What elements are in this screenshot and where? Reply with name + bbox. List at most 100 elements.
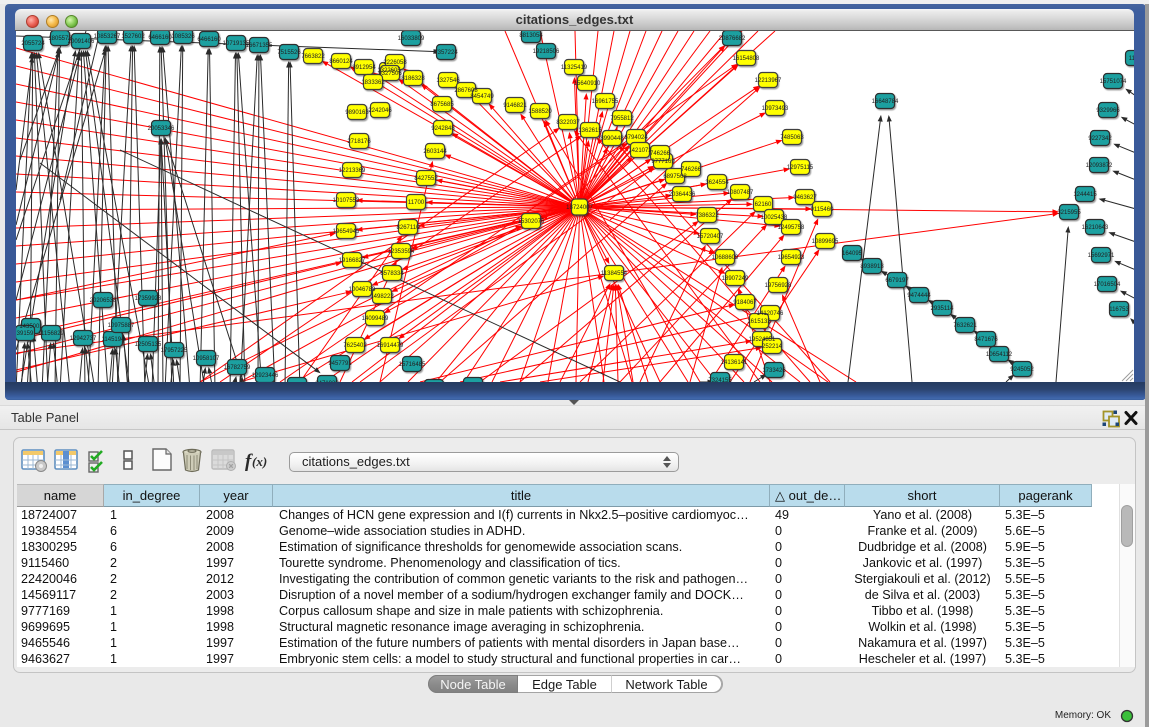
svg-text:11156829: 11156829 [38,331,64,337]
svg-text:7386322: 7386322 [695,213,719,219]
svg-text:9327506: 9327506 [378,71,402,77]
svg-text:7663822: 7663822 [301,54,325,60]
svg-text:12213369: 12213369 [339,168,366,174]
svg-text:20091406: 20091406 [68,39,95,45]
svg-text:1588520: 1588520 [528,109,552,115]
svg-text:1527602: 1527602 [121,34,145,40]
svg-text:8471676: 8471676 [974,337,998,343]
svg-text:8660124: 8660124 [329,59,353,65]
svg-text:17016504: 17016504 [1094,282,1121,288]
svg-text:8427552: 8427552 [414,176,438,182]
svg-text:1833362: 1833362 [361,80,385,86]
svg-text:1145194: 1145194 [102,337,126,343]
svg-text:20053346: 20053346 [148,126,175,132]
svg-text:19218506: 19218506 [533,49,560,55]
svg-text:17957225: 17957225 [161,348,188,354]
svg-text:12213967: 12213967 [755,78,782,84]
svg-text:62160: 62160 [755,202,772,208]
svg-text:2935114: 2935114 [931,306,955,312]
svg-text:15751074: 15751074 [1100,79,1127,85]
svg-text:116753: 116753 [1109,307,1129,313]
svg-text:15716485: 15716485 [399,362,426,368]
svg-text:19524851: 19524851 [749,337,776,343]
svg-text:19654923: 19654923 [778,255,805,261]
svg-text:16210643: 16210643 [1082,225,1109,231]
svg-text:12353594: 12353594 [388,249,415,255]
svg-text:18724007: 18724007 [566,205,593,211]
svg-text:19654945: 19654945 [333,229,360,235]
svg-text:8471933: 8471933 [315,381,339,382]
svg-text:20206538: 20206538 [90,298,117,304]
svg-text:8990448: 8990448 [600,136,624,142]
svg-text:10688609: 10688609 [712,255,739,261]
svg-text:19756928: 19756928 [765,283,792,289]
svg-text:8322037: 8322037 [556,120,580,126]
svg-text:1117: 1117 [1129,56,1134,62]
svg-text:2226058: 2226058 [383,60,407,66]
svg-text:252214: 252214 [762,344,783,350]
svg-text:9777169: 9777169 [651,159,675,165]
svg-text:9227342: 9227342 [1088,136,1112,142]
svg-text:16914479: 16914479 [377,343,404,349]
svg-text:9457791: 9457791 [328,361,352,367]
svg-text:9474444: 9474444 [907,293,931,299]
svg-text:746266: 746266 [650,151,671,157]
svg-text:9115460: 9115460 [811,207,835,213]
svg-text:9329966: 9329966 [1096,108,1120,114]
svg-text:10899695: 10899695 [812,239,839,245]
svg-text:12505135: 12505135 [135,342,162,348]
svg-text:2603144: 2603144 [423,149,447,155]
svg-text:16961755: 16961755 [592,99,619,105]
svg-text:20364436: 20364436 [669,192,696,198]
svg-text:7324155: 7324155 [708,378,732,382]
svg-text:2055724: 2055724 [21,41,45,47]
svg-text:1435001: 1435001 [19,324,43,330]
svg-text:1244415: 1244415 [1073,192,1097,198]
svg-text:8675685: 8675685 [430,102,454,108]
svg-text:10654112: 10654112 [986,352,1013,358]
svg-text:11700: 11700 [408,200,425,206]
svg-text:10107553: 10107553 [333,198,360,204]
svg-text:8813054: 8813054 [519,33,543,39]
svg-text:8578334: 8578334 [380,271,404,277]
svg-text:16033809: 16033809 [398,36,425,42]
svg-text:10973493: 10973493 [762,106,789,112]
svg-text:2718176: 2718176 [347,139,371,145]
svg-text:9146821: 9146821 [503,103,527,109]
svg-text:2242046: 2242046 [368,108,392,114]
svg-text:1327546: 1327546 [436,78,460,84]
svg-text:16671355: 16671355 [246,43,273,49]
svg-text:12923446: 12923446 [252,373,279,379]
svg-text:18907249: 18907249 [722,276,749,282]
svg-text:12942737: 12942737 [70,336,97,342]
svg-text:10958107: 10958107 [193,356,220,362]
svg-text:7485063: 7485063 [780,135,804,141]
svg-text:9463627: 9463627 [793,195,817,201]
svg-text:15720407: 15720407 [697,234,724,240]
svg-text:15692971: 15692971 [1088,253,1115,259]
svg-text:7515526: 7515526 [277,50,301,56]
svg-text:1085326: 1085326 [171,34,195,40]
svg-text:1615132: 1615132 [747,319,771,325]
svg-text:1805572: 1805572 [48,36,72,42]
svg-text:15302075: 15302075 [518,219,545,225]
svg-text:12093872: 12093872 [1086,163,1113,169]
svg-text:7357224: 7357224 [434,50,458,56]
svg-text:14099489: 14099489 [362,316,389,322]
svg-text:1498222: 1498222 [370,294,394,300]
svg-text:164095: 164095 [842,251,863,257]
svg-text:10807487: 10807487 [727,190,754,196]
svg-text:(x): (x) [252,454,267,469]
svg-text:7632621: 7632621 [953,323,977,329]
svg-text:15640910: 15640910 [574,81,601,87]
svg-text:10853267: 10853267 [94,34,121,40]
svg-text:11384554: 11384554 [601,271,628,277]
svg-text:8267110: 8267110 [397,225,421,231]
svg-text:16154808: 16154808 [733,56,760,62]
svg-text:6897568: 6897568 [663,174,687,180]
svg-text:7625402: 7625402 [343,343,367,349]
svg-text:3624554: 3624554 [705,180,729,186]
svg-text:17359928: 17359928 [135,296,162,302]
svg-text:10975887: 10975887 [108,323,135,329]
svg-text:20876682: 20876682 [719,36,746,42]
